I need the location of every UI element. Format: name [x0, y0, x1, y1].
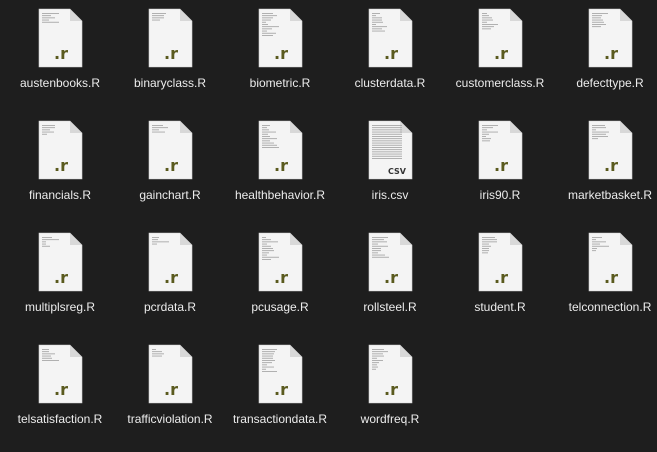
r-script-file-icon[interactable]: .r — [147, 120, 193, 180]
r-script-file-icon[interactable]: .r — [37, 8, 83, 68]
file-item[interactable]: .r iris90.R — [445, 116, 555, 228]
file-type-badge: .r — [274, 268, 288, 287]
r-script-file-icon[interactable]: .r — [37, 344, 83, 404]
file-name-label[interactable]: healthbehavior.R — [225, 188, 335, 203]
file-name-label[interactable]: pcrdata.R — [115, 300, 225, 315]
file-type-badge: .r — [494, 156, 508, 175]
file-item[interactable]: .r financials.R — [5, 116, 115, 228]
file-type-badge: .r — [604, 156, 618, 175]
file-type-badge: .r — [274, 156, 288, 175]
file-name-label[interactable]: clusterdata.R — [335, 76, 445, 91]
file-item[interactable]: .r transactiondata.R — [225, 340, 335, 452]
file-type-badge: .r — [54, 380, 68, 399]
file-name-label[interactable]: multiplsreg.R — [5, 300, 115, 315]
r-script-file-icon[interactable]: .r — [257, 232, 303, 292]
file-name-label[interactable]: student.R — [445, 300, 555, 315]
file-name-label[interactable]: pcusage.R — [225, 300, 335, 315]
file-type-badge: .r — [164, 268, 178, 287]
r-script-file-icon[interactable]: .r — [37, 232, 83, 292]
file-item[interactable]: .r student.R — [445, 228, 555, 340]
file-type-badge: .r — [164, 156, 178, 175]
file-item[interactable]: .r biometric.R — [225, 4, 335, 116]
file-type-badge: .r — [54, 268, 68, 287]
file-item[interactable]: .r customerclass.R — [445, 4, 555, 116]
file-type-badge: .r — [164, 380, 178, 399]
file-item[interactable]: .r rollsteel.R — [335, 228, 445, 340]
file-name-label[interactable]: telconnection.R — [555, 300, 657, 315]
file-name-label[interactable]: iris90.R — [445, 188, 555, 203]
file-name-label[interactable]: financials.R — [5, 188, 115, 203]
file-type-badge: .r — [384, 44, 398, 63]
file-name-label[interactable]: marketbasket.R — [555, 188, 657, 203]
file-item[interactable]: .r wordfreq.R — [335, 340, 445, 452]
r-script-file-icon[interactable]: .r — [587, 8, 633, 68]
r-script-file-icon[interactable]: .r — [477, 232, 523, 292]
file-item[interactable]: CSV iris.csv — [335, 116, 445, 228]
r-script-file-icon[interactable]: .r — [147, 344, 193, 404]
file-item[interactable]: .r trafficviolation.R — [115, 340, 225, 452]
file-name-label[interactable]: telsatisfaction.R — [5, 412, 115, 427]
file-name-label[interactable]: defecttype.R — [555, 76, 657, 91]
r-script-file-icon[interactable]: .r — [147, 232, 193, 292]
file-item[interactable]: .r telsatisfaction.R — [5, 340, 115, 452]
r-script-file-icon[interactable]: .r — [367, 232, 413, 292]
file-name-label[interactable]: binaryclass.R — [115, 76, 225, 91]
file-item[interactable]: .r pcrdata.R — [115, 228, 225, 340]
file-type-badge: CSV — [388, 167, 407, 176]
r-script-file-icon[interactable]: .r — [147, 8, 193, 68]
file-name-label[interactable]: biometric.R — [225, 76, 335, 91]
file-name-label[interactable]: customerclass.R — [445, 76, 555, 91]
file-name-label[interactable]: transactiondata.R — [225, 412, 335, 427]
file-type-badge: .r — [54, 156, 68, 175]
r-script-file-icon[interactable]: .r — [587, 232, 633, 292]
file-item[interactable]: .r binaryclass.R — [115, 4, 225, 116]
csv-file-icon[interactable]: CSV — [367, 120, 413, 180]
file-type-badge: .r — [164, 44, 178, 63]
file-type-badge: .r — [54, 44, 68, 63]
r-script-file-icon[interactable]: .r — [257, 8, 303, 68]
file-name-label[interactable]: iris.csv — [335, 188, 445, 203]
file-type-badge: .r — [384, 268, 398, 287]
file-name-label[interactable]: gainchart.R — [115, 188, 225, 203]
r-script-file-icon[interactable]: .r — [477, 120, 523, 180]
file-name-label[interactable]: wordfreq.R — [335, 412, 445, 427]
file-type-badge: .r — [604, 268, 618, 287]
r-script-file-icon[interactable]: .r — [367, 344, 413, 404]
file-item[interactable]: .r gainchart.R — [115, 116, 225, 228]
r-script-file-icon[interactable]: .r — [37, 120, 83, 180]
file-type-badge: .r — [274, 44, 288, 63]
file-type-badge: .r — [274, 380, 288, 399]
file-type-badge: .r — [384, 380, 398, 399]
r-script-file-icon[interactable]: .r — [367, 8, 413, 68]
file-item[interactable]: .r marketbasket.R — [555, 116, 657, 228]
file-name-label[interactable]: trafficviolation.R — [115, 412, 225, 427]
file-icon-grid: .r austenbooks.R .r binaryclass.R .r biometri… — [0, 0, 657, 436]
file-item[interactable]: .r clusterdata.R — [335, 4, 445, 116]
file-item[interactable]: .r pcusage.R — [225, 228, 335, 340]
file-name-label[interactable]: rollsteel.R — [335, 300, 445, 315]
r-script-file-icon[interactable]: .r — [257, 120, 303, 180]
file-item[interactable]: .r healthbehavior.R — [225, 116, 335, 228]
file-item[interactable]: .r austenbooks.R — [5, 4, 115, 116]
file-type-badge: .r — [604, 44, 618, 63]
file-item[interactable]: .r telconnection.R — [555, 228, 657, 340]
file-name-label[interactable]: austenbooks.R — [5, 76, 115, 91]
file-item[interactable]: .r defecttype.R — [555, 4, 657, 116]
r-script-file-icon[interactable]: .r — [587, 120, 633, 180]
file-type-badge: .r — [494, 44, 508, 63]
r-script-file-icon[interactable]: .r — [477, 8, 523, 68]
file-item[interactable]: .r multiplsreg.R — [5, 228, 115, 340]
file-type-badge: .r — [494, 268, 508, 287]
r-script-file-icon[interactable]: .r — [257, 344, 303, 404]
